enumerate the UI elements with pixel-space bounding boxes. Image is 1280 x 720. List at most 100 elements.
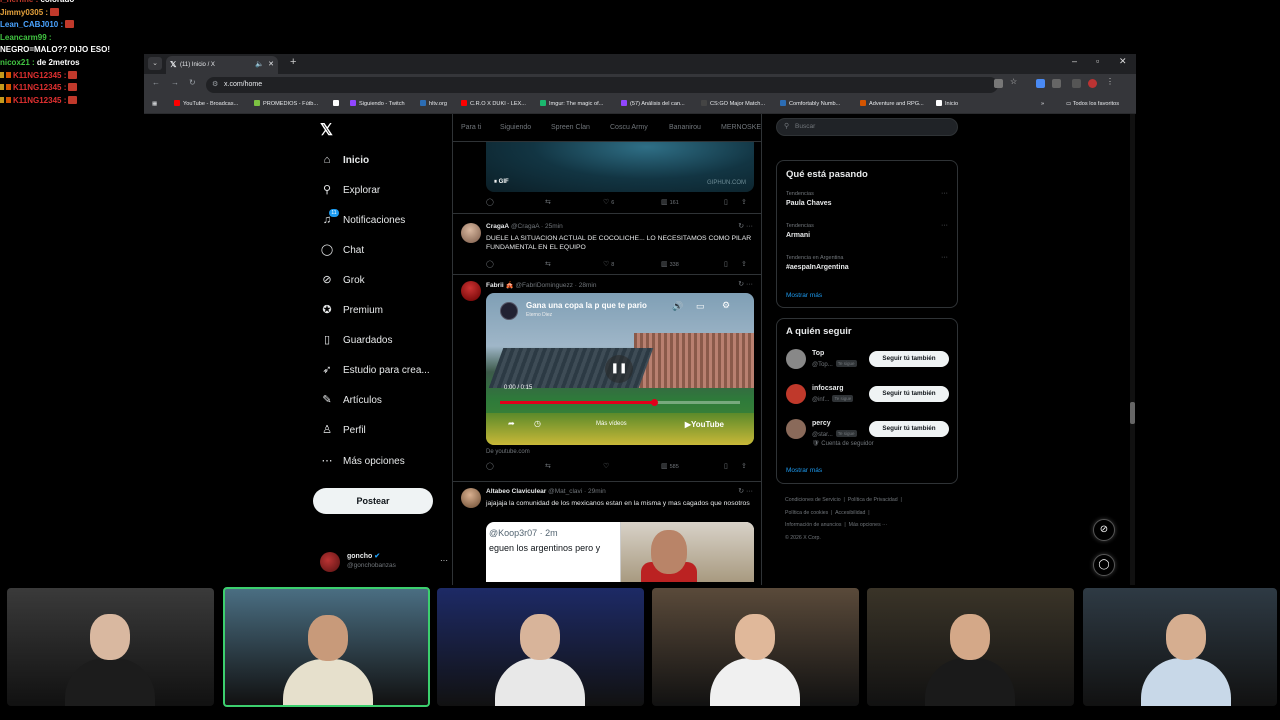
pause-button[interactable]: ❚❚ — [605, 355, 633, 383]
trend-name[interactable]: #aespaInArgentina — [786, 264, 849, 271]
trend-name[interactable]: Paula Chaves — [786, 200, 832, 207]
scrollbar-thumb[interactable] — [1130, 402, 1135, 424]
bookmark-item[interactable]: Comfortably Numb... — [780, 96, 840, 113]
footer-link[interactable]: Más opciones ··· — [849, 522, 888, 528]
trends-show-more[interactable]: Mostrar más — [786, 292, 822, 299]
sidebar-item-chat[interactable]: ◯ Chat — [320, 240, 364, 260]
sidebar-item-premium[interactable]: ✪ Premium — [320, 300, 383, 320]
follow-button[interactable]: Seguir tú también — [869, 351, 949, 367]
settings-icon[interactable]: ⚙ — [722, 300, 730, 311]
menu-icon[interactable]: ⋮ — [1106, 77, 1115, 86]
sidebar-item-notificaciones[interactable]: ♫ 11 Notificaciones — [320, 209, 405, 230]
bookmark-item[interactable]: CS:GO Major Match... — [701, 96, 765, 113]
channel-avatar[interactable] — [500, 302, 518, 320]
bookmark-icon[interactable]: ▯ — [724, 260, 728, 268]
views-icon[interactable]: ▥ 585 — [661, 462, 679, 470]
all-bookmarks[interactable]: ▭ Todos los favoritos — [1066, 96, 1119, 113]
trend-name[interactable]: Armani — [786, 232, 810, 239]
scrollbar[interactable] — [1130, 114, 1135, 585]
footer-link[interactable]: Accesibilidad — [835, 510, 865, 516]
avatar[interactable] — [461, 281, 481, 301]
share-icon[interactable]: ⇪ — [741, 462, 747, 470]
x-logo-icon[interactable]: 𝕏 — [320, 120, 333, 140]
bookmark-item[interactable]: YouTube - Broadcas... — [174, 96, 238, 113]
tab-siguiendo[interactable]: Siguiendo — [500, 124, 531, 131]
chat-username[interactable]: Lean_CABJ010 : — [0, 20, 63, 29]
sidebar-item-inicio[interactable]: ⌂ Inicio — [320, 150, 369, 170]
tab-coscu-army[interactable]: Coscu Army — [610, 124, 648, 131]
views-icon[interactable]: ▥ 161 — [661, 198, 679, 206]
site-info-icon[interactable]: ⚙ — [212, 77, 218, 93]
reply-icon[interactable]: ◯ — [486, 462, 494, 470]
source-link[interactable]: De youtube.com — [486, 449, 530, 455]
post-cragaa[interactable]: CragaA @CragaA · 25min ↻ ··· DUELE LA SI… — [453, 214, 761, 275]
chat-username[interactable]: Jimmy0305 : — [0, 8, 48, 17]
video-player[interactable]: Gana una copa la p que te pario Eterno D… — [486, 293, 754, 445]
forward-icon[interactable]: → — [171, 78, 179, 87]
audio-icon[interactable]: 🔈 — [255, 56, 264, 74]
more-icon[interactable]: ↻ ··· — [738, 487, 753, 495]
repost-icon[interactable]: ⇆ — [545, 260, 551, 268]
tab-bananirou[interactable]: Bananirou — [669, 124, 701, 131]
tab-x-home[interactable]: 𝕏 (11) Inicio / X 🔈 ✕ — [166, 56, 278, 74]
footer-link[interactable]: Política de Privacidad — [848, 497, 898, 503]
download-icon[interactable] — [1072, 79, 1081, 88]
post-gif[interactable]: ⏸ GIF GIPHUN.COM ◯ ⇆ ♡ 6 ▥ 161 ▯ ⇪ — [453, 142, 761, 214]
follow-name[interactable]: percy — [812, 420, 831, 427]
avatar[interactable] — [786, 384, 806, 404]
window-close-button[interactable]: ✕ — [1119, 56, 1127, 67]
share-icon[interactable]: ⇪ — [741, 198, 747, 206]
watch-later-icon[interactable]: ◷ — [534, 419, 541, 428]
like-icon[interactable]: ♡ — [603, 462, 609, 470]
gif-media[interactable]: ⏸ GIF GIPHUN.COM — [486, 142, 754, 192]
extension-icon[interactable] — [1036, 79, 1045, 88]
more-icon[interactable]: ··· — [440, 556, 448, 565]
avatar[interactable] — [786, 419, 806, 439]
avatar[interactable] — [461, 223, 481, 243]
back-icon[interactable]: ← — [152, 78, 160, 87]
like-icon[interactable]: ♡ 6 — [603, 198, 614, 206]
post-altabeo[interactable]: Altabeo Claviculear @Mat_clavi · 29min ↻… — [453, 482, 761, 585]
follow-button[interactable]: Seguir tú también — [869, 421, 949, 437]
bookmark-item[interactable]: Imgur: The magic of... — [540, 96, 603, 113]
minimize-button[interactable]: – — [1072, 56, 1077, 66]
bookmark-item[interactable]: C.R.O X DUKI - LEX... — [461, 96, 526, 113]
follow-show-more[interactable]: Mostrar más — [786, 467, 822, 474]
bookmark-item[interactable]: hltv.org — [420, 96, 447, 113]
more-icon[interactable]: ··· — [941, 190, 948, 197]
bookmark-item[interactable]: Adventure and RPG... — [860, 96, 924, 113]
more-videos[interactable]: Más vídeos — [596, 421, 627, 427]
captions-icon[interactable]: ▭ — [696, 301, 705, 312]
tab-spreen-clan[interactable]: Spreen Clan — [551, 124, 590, 131]
video-channel[interactable]: Eterno Diez — [526, 312, 552, 318]
chat-username[interactable]: NEGRO=MALO?? DIJO ESO! — [0, 45, 110, 54]
chat-username[interactable]: i_nerfine : — [0, 0, 38, 4]
tab-search-button[interactable]: ⌄ — [148, 57, 162, 70]
maximize-button[interactable]: ▫ — [1096, 56, 1099, 66]
bookmark-item[interactable]: (57) Análisis del can... — [621, 96, 685, 113]
sidebar-item-artículos[interactable]: ✎ Artículos — [320, 390, 382, 410]
follow-name[interactable]: infocsarg — [812, 385, 844, 392]
reply-icon[interactable]: ◯ — [486, 260, 494, 268]
new-tab-button[interactable]: + — [290, 56, 296, 68]
quoted-image[interactable]: @Koop3r07 · 2m eguen los argentinos pero … — [486, 522, 754, 582]
follow-button[interactable]: Seguir tú también — [869, 386, 949, 402]
follow-name[interactable]: Top — [812, 350, 824, 357]
chat-username[interactable]: Leancarm99 : — [0, 33, 52, 42]
share-icon[interactable]: ➦ — [508, 419, 515, 428]
repost-icon[interactable]: ⇆ — [545, 462, 551, 470]
youtube-logo[interactable]: ▶YouTube — [685, 420, 724, 429]
footer-link[interactable]: Información de anuncios — [785, 522, 842, 528]
post-fabrii[interactable]: Fabrii 🎪 @FabriDominguezz · 28min ↻ ··· … — [453, 275, 761, 482]
tab-para-ti[interactable]: Para ti — [461, 124, 481, 131]
bookmark-icon[interactable]: ▯ — [724, 198, 728, 206]
footer-link[interactable]: Política de cookies — [785, 510, 828, 516]
sidebar-item-estudio-para-crea[interactable]: ➶ Estudio para crea... — [320, 360, 429, 380]
sidebar-item-guardados[interactable]: ▯ Guardados — [320, 330, 393, 350]
search-input[interactable]: ⚲ Buscar — [776, 118, 958, 136]
reply-icon[interactable]: ◯ — [486, 198, 494, 206]
address-bar[interactable]: ⚙ x.com/home — [206, 77, 998, 93]
chat-username[interactable]: K11NG12345 : — [13, 96, 66, 105]
footer-link[interactable]: Condiciones de Servicio — [785, 497, 841, 503]
more-icon[interactable]: ··· — [941, 222, 948, 229]
